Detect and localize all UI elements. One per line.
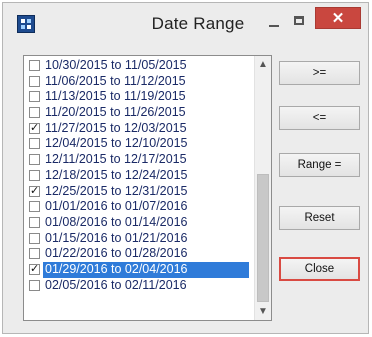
list-item[interactable]: ✓ 11/27/2015 to 12/03/2015 [24, 121, 254, 137]
list-item-label: 01/15/2016 to 01/21/2016 [45, 230, 188, 245]
list-item[interactable]: 02/05/2016 to 02/11/2016 [24, 278, 254, 294]
list-item[interactable]: 11/20/2015 to 11/26/2015 [24, 105, 254, 121]
list-item-label: 11/06/2015 to 11/12/2015 [45, 73, 186, 88]
list-item-label: 12/25/2015 to 12/31/2015 [45, 183, 188, 198]
checkbox[interactable]: ✓ [29, 185, 40, 197]
checkbox[interactable] [29, 75, 40, 87]
minimize-icon[interactable] [261, 11, 287, 33]
checkbox[interactable] [29, 154, 40, 166]
title-bar: Date Range ✕ [3, 3, 368, 47]
maximize-icon[interactable] [287, 11, 313, 33]
vertical-scrollbar[interactable]: ▲ ▼ [254, 56, 271, 320]
checkbox[interactable] [29, 201, 40, 213]
list-item-label: 10/30/2015 to 11/05/2015 [45, 58, 187, 72]
scroll-thumb[interactable] [257, 174, 269, 302]
list-item[interactable]: 01/08/2016 to 01/14/2016 [24, 215, 254, 231]
list-item[interactable]: ✓ 01/29/2016 to 02/04/2016 [24, 261, 254, 278]
greater-equal-button[interactable]: >= [279, 61, 360, 85]
list-item[interactable]: 01/15/2016 to 01/21/2016 [24, 231, 254, 247]
checkbox[interactable] [29, 138, 40, 150]
close-icon[interactable]: ✕ [315, 7, 361, 29]
list-item[interactable]: 11/13/2015 to 11/19/2015 [24, 89, 254, 105]
scroll-down-icon[interactable]: ▼ [255, 303, 271, 320]
list-item-label: 01/29/2016 to 02/04/2016 [43, 261, 249, 278]
close-button[interactable]: Close [279, 257, 360, 281]
scroll-up-icon[interactable]: ▲ [255, 56, 271, 73]
list-item-label: 01/08/2016 to 01/14/2016 [45, 214, 188, 229]
list-item[interactable]: 12/04/2015 to 12/10/2015 [24, 136, 254, 152]
list-item[interactable]: 10/30/2015 to 11/05/2015 [24, 58, 254, 74]
checkbox[interactable]: ✓ [29, 263, 40, 275]
list-item-label: 12/11/2015 to 12/17/2015 [45, 152, 187, 167]
checkbox[interactable]: ✓ [29, 122, 40, 134]
list-item-label: 01/01/2016 to 01/07/2016 [45, 199, 188, 214]
checkbox[interactable] [29, 91, 40, 103]
list-item-label: 11/13/2015 to 11/19/2015 [45, 89, 186, 104]
app-icon[interactable] [17, 15, 35, 33]
list-item[interactable]: 11/06/2015 to 11/12/2015 [24, 74, 254, 90]
list-item-label: 01/22/2016 to 01/28/2016 [45, 246, 188, 261]
list-item-label: 11/20/2015 to 11/26/2015 [45, 105, 186, 120]
checkbox[interactable] [29, 60, 40, 71]
window-title: Date Range [151, 14, 245, 33]
list-item[interactable]: 12/18/2015 to 12/24/2015 [24, 168, 254, 184]
range-equal-button[interactable]: Range = [279, 153, 360, 177]
list-item[interactable]: 01/01/2016 to 01/07/2016 [24, 199, 254, 215]
list-item[interactable]: 01/22/2016 to 01/28/2016 [24, 246, 254, 262]
list-item-label: 02/05/2016 to 02/11/2016 [45, 277, 187, 292]
checkbox[interactable] [29, 248, 40, 260]
checkbox[interactable] [29, 279, 40, 291]
checkbox[interactable] [29, 107, 40, 119]
list-items: 10/30/2015 to 11/05/2015 11/06/2015 to 11… [24, 58, 254, 293]
list-item[interactable]: 12/11/2015 to 12/17/2015 [24, 152, 254, 168]
checkbox[interactable] [29, 232, 40, 244]
less-equal-button[interactable]: <= [279, 106, 360, 130]
date-range-list[interactable]: 10/30/2015 to 11/05/2015 11/06/2015 to 11… [23, 55, 272, 321]
date-range-dialog: Date Range ✕ 10/30/2015 to 11/05/2015 11/… [2, 2, 369, 334]
list-item[interactable]: ✓ 12/25/2015 to 12/31/2015 [24, 184, 254, 200]
app-glyph [21, 19, 31, 29]
list-item-label: 11/27/2015 to 12/03/2015 [45, 120, 187, 135]
reset-button[interactable]: Reset [279, 206, 360, 230]
list-item-label: 12/18/2015 to 12/24/2015 [45, 167, 188, 182]
list-item-label: 12/04/2015 to 12/10/2015 [45, 136, 188, 151]
checkbox[interactable] [29, 169, 40, 181]
checkbox[interactable] [29, 216, 40, 228]
